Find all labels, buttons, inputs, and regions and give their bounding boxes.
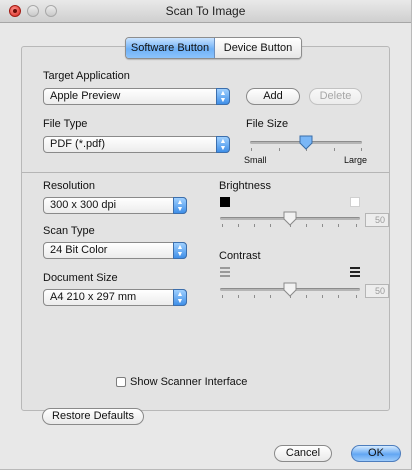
slider-tick — [238, 224, 239, 227]
restore-defaults-button[interactable]: Restore Defaults — [42, 408, 144, 425]
slider-thumb-icon[interactable] — [283, 211, 297, 226]
slider-tick — [361, 148, 362, 151]
slider-tick — [356, 224, 357, 227]
ok-button[interactable]: OK — [351, 445, 401, 462]
slider-tick — [254, 224, 255, 227]
cancel-button[interactable]: Cancel — [274, 445, 332, 462]
up-down-arrows-icon: ▲ ▼ — [173, 197, 187, 214]
target-application-popup[interactable]: Apple Preview ▲ ▼ — [43, 88, 230, 105]
slider-tick — [270, 295, 271, 298]
light-square-icon — [350, 197, 360, 207]
slider-tick — [222, 295, 223, 298]
up-down-arrows-icon: ▲ ▼ — [173, 242, 187, 259]
dark-square-icon — [220, 197, 230, 207]
up-down-arrows-icon: ▲ ▼ — [216, 136, 230, 153]
file-size-min-label: Small — [244, 155, 267, 165]
slider-tick — [251, 148, 252, 151]
slider-tick — [270, 224, 271, 227]
scan-type-value: 24 Bit Color — [50, 244, 108, 256]
tab-software-button[interactable]: Software Button — [126, 38, 215, 58]
target-application-label: Target Application — [43, 70, 130, 82]
contrast-value-field: 50 — [365, 284, 389, 298]
section-divider — [22, 172, 389, 173]
window-title: Scan To Image — [165, 4, 246, 18]
file-type-label: File Type — [43, 118, 88, 130]
high-contrast-icon — [350, 267, 360, 277]
tab-bar: Software Button Device Button — [125, 37, 302, 59]
up-down-arrows-icon: ▲ ▼ — [173, 289, 187, 306]
slider-tick — [306, 295, 307, 298]
show-scanner-interface-checkbox[interactable] — [116, 377, 126, 387]
slider-tick — [279, 148, 280, 151]
delete-button[interactable]: Delete — [309, 88, 362, 105]
file-size-max-label: Large — [344, 155, 368, 165]
slider-tick — [338, 224, 339, 227]
slider-thumb-icon[interactable] — [283, 282, 297, 297]
slider-tick — [238, 295, 239, 298]
brightness-label: Brightness — [219, 180, 271, 192]
slider-tick — [322, 224, 323, 227]
slider-tick — [356, 295, 357, 298]
resolution-value: 300 x 300 dpi — [50, 199, 117, 211]
low-contrast-icon — [220, 267, 230, 277]
slider-thumb-icon[interactable] — [299, 135, 313, 150]
resolution-label: Resolution — [43, 180, 95, 192]
document-size-label: Document Size — [43, 272, 118, 284]
scan-type-label: Scan Type — [43, 225, 95, 237]
title-bar: Scan To Image — [0, 0, 411, 23]
file-type-popup[interactable]: PDF (*.pdf) ▲ ▼ — [43, 136, 230, 153]
show-scanner-interface-label[interactable]: Show Scanner Interface — [130, 376, 247, 388]
slider-tick — [254, 295, 255, 298]
document-size-popup[interactable]: A4 210 x 297 mm ▲ ▼ — [43, 289, 187, 306]
file-type-value: PDF (*.pdf) — [50, 138, 106, 150]
target-application-value: Apple Preview — [50, 90, 121, 102]
scan-to-image-window: Scan To Image Software Button Device But… — [0, 0, 412, 470]
document-size-value: A4 210 x 297 mm — [50, 291, 137, 303]
slider-tick — [322, 295, 323, 298]
add-button[interactable]: Add — [246, 88, 300, 105]
contrast-label: Contrast — [219, 250, 261, 262]
slider-tick — [306, 224, 307, 227]
tab-device-button[interactable]: Device Button — [215, 38, 301, 58]
slider-tick — [338, 295, 339, 298]
up-down-arrows-icon: ▲ ▼ — [216, 88, 230, 105]
slider-tick — [334, 148, 335, 151]
slider-tick — [222, 224, 223, 227]
file-size-label: File Size — [246, 118, 289, 130]
resolution-popup[interactable]: 300 x 300 dpi ▲ ▼ — [43, 197, 187, 214]
scan-type-popup[interactable]: 24 Bit Color ▲ ▼ — [43, 242, 187, 259]
brightness-value-field: 50 — [365, 213, 389, 227]
